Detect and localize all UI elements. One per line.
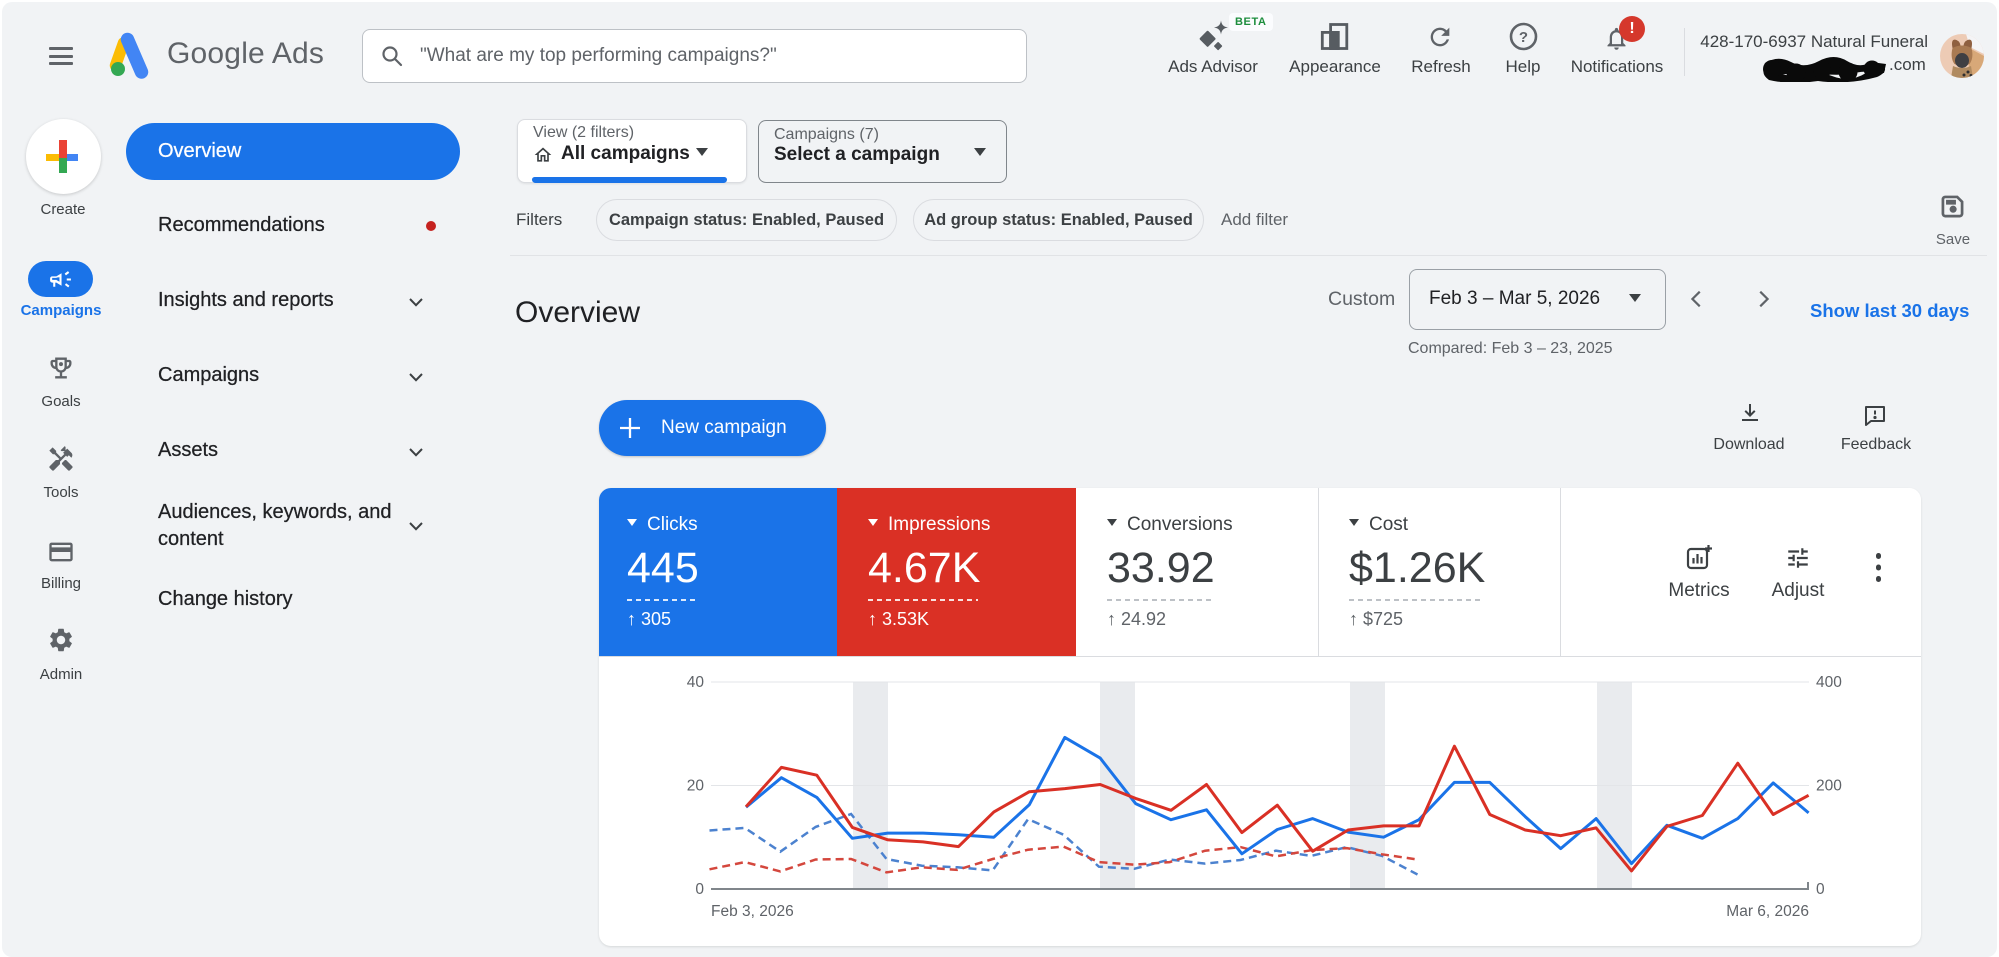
svg-text:Mar 6, 2026: Mar 6, 2026 — [1726, 903, 1809, 920]
svg-text:0: 0 — [1816, 881, 1825, 898]
svg-text:?: ? — [1519, 29, 1528, 46]
svg-text:20: 20 — [687, 778, 705, 795]
svg-text:400: 400 — [1816, 674, 1842, 691]
svg-text:40: 40 — [687, 674, 705, 691]
svg-text:Feb 3, 2026: Feb 3, 2026 — [711, 903, 794, 920]
svg-text:0: 0 — [695, 881, 704, 898]
svg-text:200: 200 — [1816, 778, 1842, 795]
